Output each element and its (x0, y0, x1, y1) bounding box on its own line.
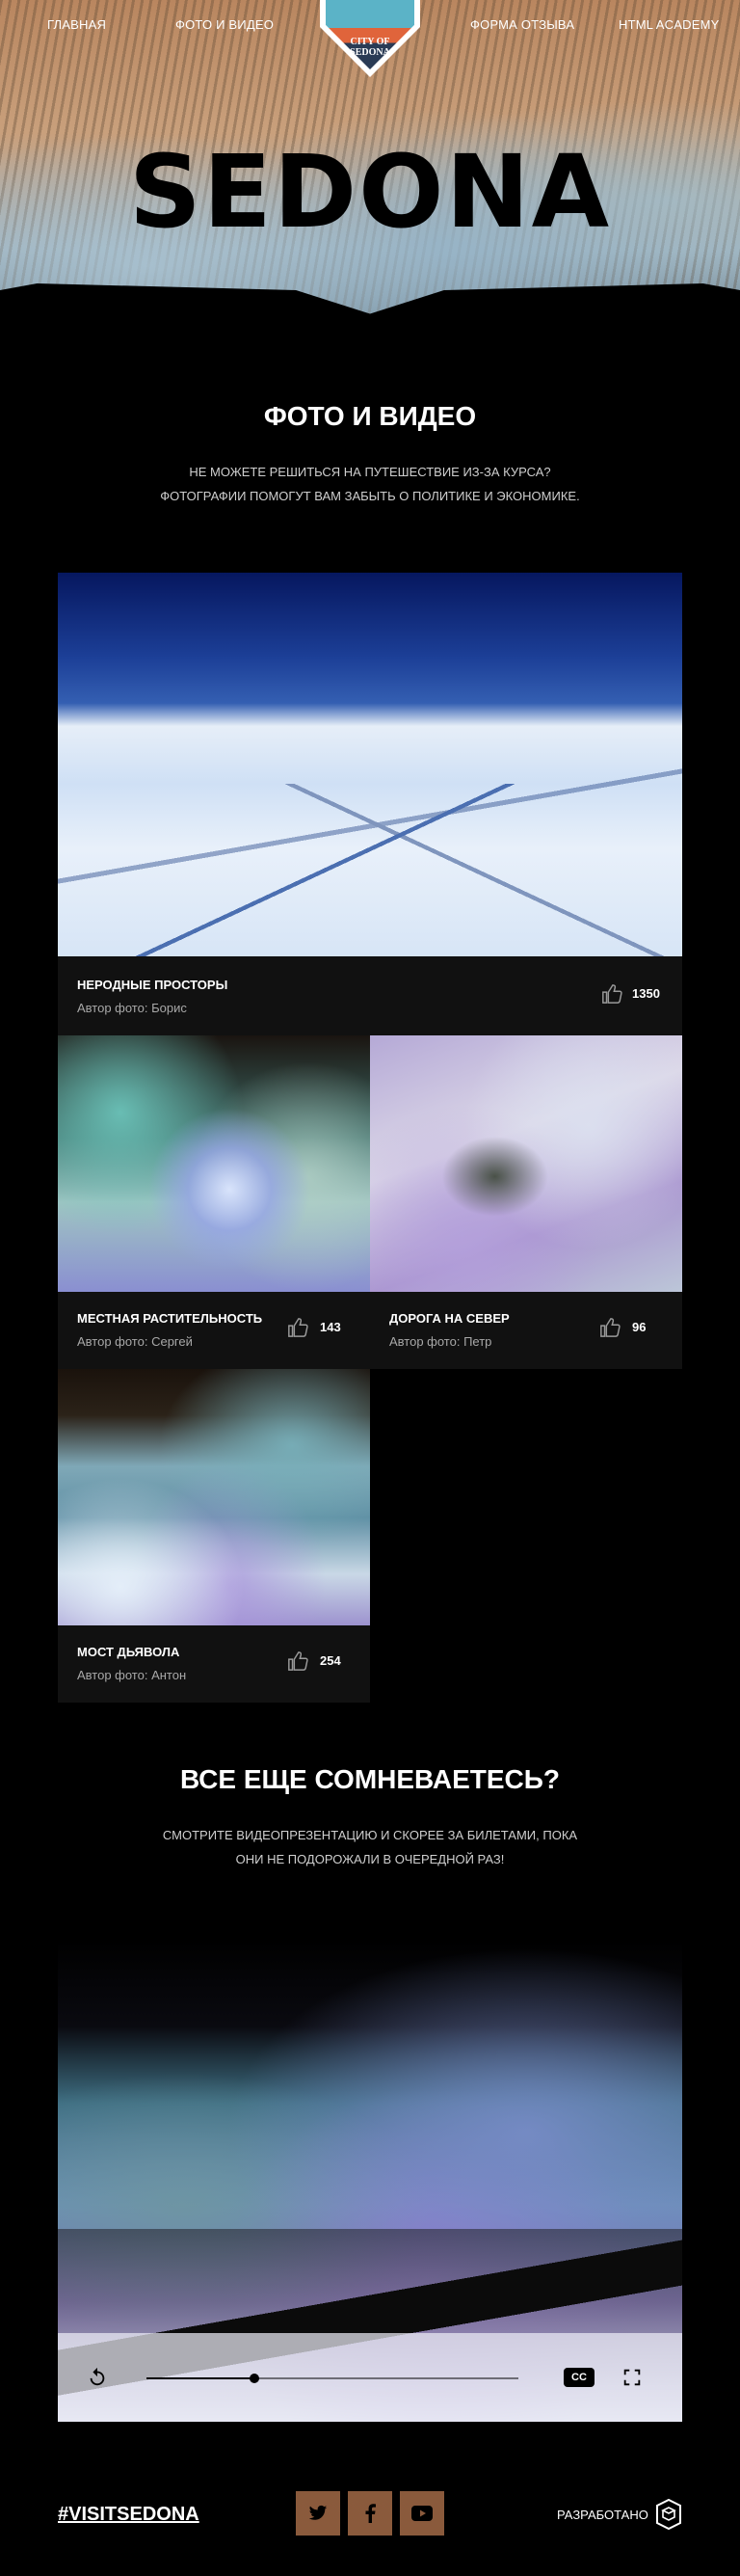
doubt-text-line-1: СМОТРИТЕ ВИДЕОПРЕЗЕНТАЦИЮ И СКОРЕЕ ЗА БИ… (162, 1828, 578, 1842)
video-player[interactable]: CC (58, 1940, 682, 2422)
gallery-card: МОСТ ДЬЯВОЛА Автор фото: Антон 254 (58, 1369, 370, 1703)
gallery-card: МЕСТНАЯ РАСТИТЕЛЬНОСТЬ Автор фото: Серге… (58, 1035, 370, 1369)
social-facebook-button[interactable] (348, 2491, 392, 2536)
social-twitter-button[interactable] (296, 2491, 340, 2536)
section-heading-photo-video: ФОТО И ВИДЕО (263, 401, 477, 431)
video-progress-bar[interactable] (146, 2374, 518, 2383)
twitter-icon (296, 2491, 340, 2536)
like-icon[interactable] (287, 1650, 308, 1672)
youtube-icon (400, 2491, 444, 2536)
nav-item-home[interactable]: ГЛАВНАЯ (47, 17, 106, 32)
facebook-icon (348, 2491, 392, 2536)
like-icon[interactable] (601, 983, 622, 1005)
photo-title: ДОРОГА НА СЕВЕР (389, 1311, 510, 1326)
like-count: 1350 (632, 986, 660, 1001)
like-count: 96 (632, 1320, 647, 1334)
visitsedona-hashtag[interactable]: #VISITSEDONA (58, 2504, 199, 2526)
video-controls: CC (58, 2333, 682, 2422)
like-icon[interactable] (599, 1317, 621, 1338)
nav-item-feedback-form[interactable]: ФОРМА ОТЗЫВА (470, 17, 574, 32)
photo-title: НЕРОДНЫЕ ПРОСТОРЫ (77, 978, 228, 992)
gallery-photo[interactable] (58, 573, 682, 956)
like-count: 143 (320, 1320, 341, 1334)
doubt-text-line-2: ОНИ НЕ ПОДОРОЖАЛИ В ОЧЕРЕДНОЙ РАЗ! (235, 1852, 505, 1866)
page-title: SEDONA (128, 133, 612, 251)
photo-author: Автор фото: Антон (77, 1668, 187, 1682)
fullscreen-icon[interactable] (621, 2367, 643, 2388)
html-academy-logo[interactable] (655, 2498, 682, 2531)
video-progress-fill (146, 2377, 254, 2379)
gallery-photo[interactable] (58, 1035, 370, 1292)
developed-by-label: РАЗРАБОТАНО (557, 2508, 648, 2522)
intro-text-line-2: ФОТОГРАФИИ ПОМОГУТ ВАМ ЗАБЫТЬ О ПОЛИТИКЕ… (160, 489, 580, 503)
gallery-card: ДОРОГА НА СЕВЕР Автор фото: Петр 96 (370, 1035, 682, 1369)
photo-title: МЕСТНАЯ РАСТИТЕЛЬНОСТЬ (77, 1311, 263, 1326)
closed-captions-button[interactable]: CC (564, 2368, 595, 2387)
gallery-photo[interactable] (370, 1035, 682, 1292)
html-academy-icon (656, 2498, 681, 2531)
nav-item-photo-video[interactable]: ФОТО И ВИДЕО (175, 17, 274, 32)
photo-title: МОСТ ДЬЯВОЛА (77, 1645, 180, 1659)
gallery-card: НЕРОДНЫЕ ПРОСТОРЫ Автор фото: Борис 1350 (58, 573, 682, 1035)
gallery-photo[interactable] (58, 1369, 370, 1625)
video-progress-knob[interactable] (249, 2374, 259, 2383)
intro-text-line-1: НЕ МОЖЕТЕ РЕШИТЬСЯ НА ПУТЕШЕСТВИЕ ИЗ-ЗА … (189, 465, 551, 479)
hero-divider (0, 283, 740, 333)
nav-item-html-academy[interactable]: HTML ACADEMY (619, 17, 720, 32)
photo-author: Автор фото: Петр (389, 1334, 492, 1349)
photo-author: Автор фото: Борис (77, 1001, 187, 1015)
replay-icon[interactable] (87, 2367, 108, 2388)
like-icon[interactable] (287, 1317, 308, 1338)
section-heading-doubt: ВСЕ ЕЩЕ СОМНЕВАЕТЕСЬ? (180, 1764, 560, 1794)
social-youtube-button[interactable] (400, 2491, 444, 2536)
photo-author: Автор фото: Сергей (77, 1334, 193, 1349)
like-count: 254 (320, 1653, 341, 1668)
